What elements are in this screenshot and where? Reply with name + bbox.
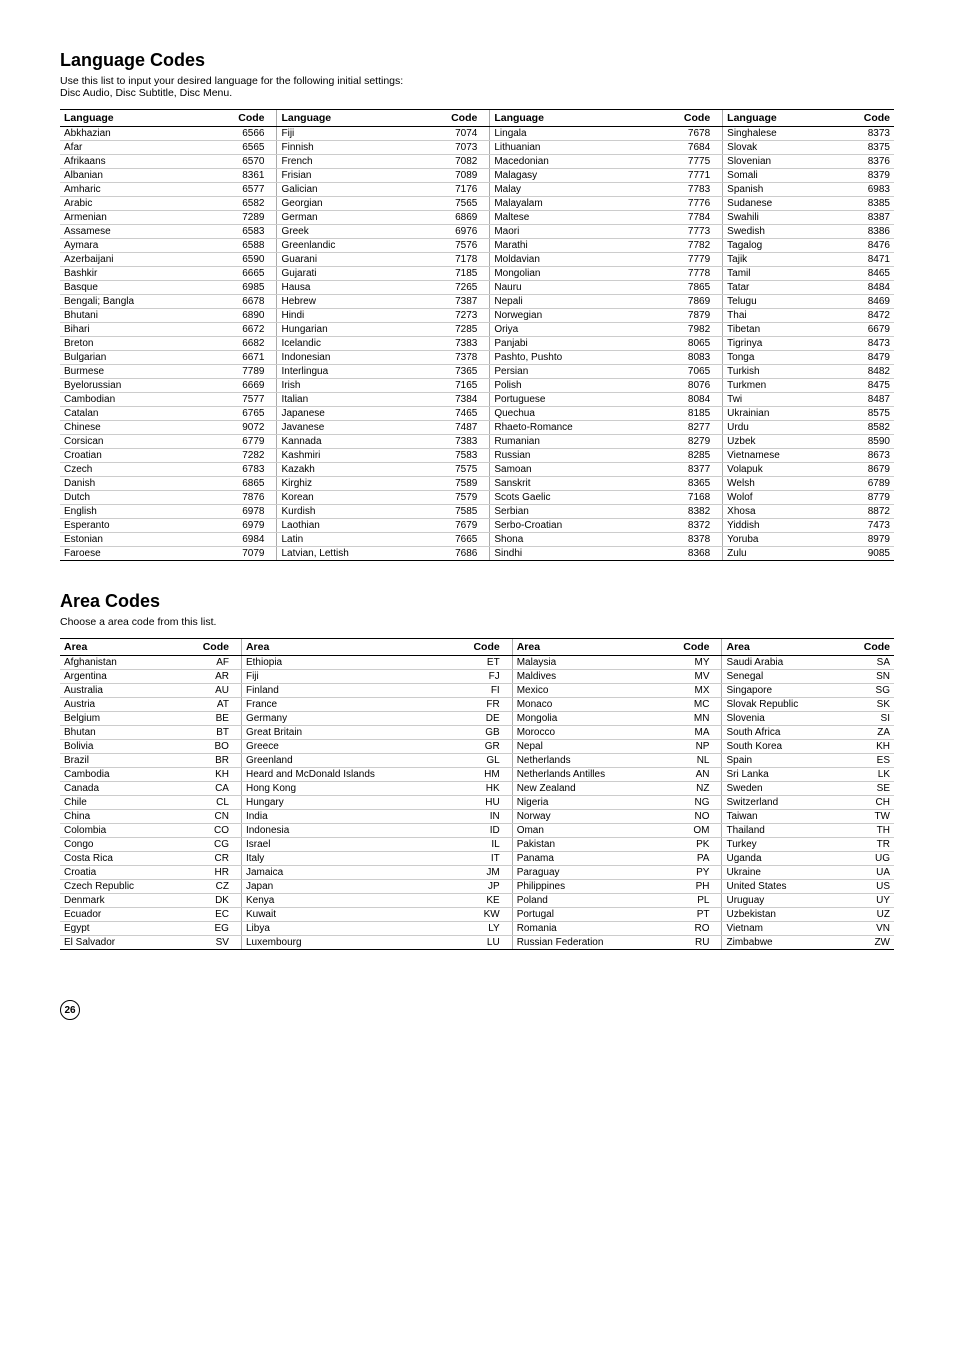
table-row: Afar6565Finnish7073Lithuanian7684Slovak8… (60, 141, 894, 155)
table-row: CroatiaHRJamaicaJMParaguayPYUkraineUA (60, 866, 894, 880)
table-row: Chinese9072Javanese7487Rhaeto-Romance827… (60, 421, 894, 435)
lang-col7-header: Language (723, 110, 833, 127)
table-row: Albanian8361Frisian7089Malagasy7771Somal… (60, 169, 894, 183)
table-row: BelgiumBEGermanyDEMongoliaMNSloveniaSI (60, 712, 894, 726)
table-row: Amharic6577Galician7176Malay7783Spanish6… (60, 183, 894, 197)
area-col8-header: Code (843, 639, 895, 656)
table-row: Czech6783Kazakh7575Samoan8377Volapuk8679 (60, 463, 894, 477)
area-col5-header: Area (512, 639, 658, 656)
area-table: Area Code Area Code Area Code Area Code … (60, 638, 894, 950)
table-row: Bashkir6665Gujarati7185Mongolian7778Tami… (60, 267, 894, 281)
table-row: AustriaATFranceFRMonacoMCSlovak Republic… (60, 698, 894, 712)
area-col7-header: Area (722, 639, 843, 656)
table-row: ChinaCNIndiaINNorwayNOTaiwanTW (60, 810, 894, 824)
table-row: ColombiaCOIndonesiaIDOmanOMThailandTH (60, 824, 894, 838)
table-row: Dutch7876Korean7579Scots Gaelic7168Wolof… (60, 491, 894, 505)
lang-col1-header: Language (60, 110, 200, 127)
table-row: Cambodian7577Italian7384Portuguese8084Tw… (60, 393, 894, 407)
table-row: Abkhazian6566Fiji7074Lingala7678Singhale… (60, 127, 894, 141)
table-row: Bihari6672Hungarian7285Oriya7982Tibetan6… (60, 323, 894, 337)
table-row: Afrikaans6570French7082Macedonian7775Slo… (60, 155, 894, 169)
table-row: Faroese7079Latvian, Lettish7686Sindhi836… (60, 547, 894, 561)
table-row: Croatian7282Kashmiri7583Russian8285Vietn… (60, 449, 894, 463)
lang-col4-header: Code (413, 110, 490, 127)
table-row: Assamese6583Greek6976Maori7773Swedish838… (60, 225, 894, 239)
table-row: Bhutani6890Hindi7273Norwegian7879Thai847… (60, 309, 894, 323)
area-section-desc: Choose a area code from this list. (60, 616, 894, 628)
table-row: Azerbaijani6590Guarani7178Moldavian7779T… (60, 253, 894, 267)
table-row: BrazilBRGreenlandGLNetherlandsNLSpainES (60, 754, 894, 768)
lang-col3-header: Language (277, 110, 413, 127)
table-row: BoliviaBOGreeceGRNepalNPSouth KoreaKH (60, 740, 894, 754)
table-row: Breton6682Icelandic7383Panjabi8065Tigrin… (60, 337, 894, 351)
table-row: Armenian7289German6869Maltese7784Swahili… (60, 211, 894, 225)
language-table: Language Code Language Code Language Cod… (60, 109, 894, 561)
table-row: AfghanistanAFEthiopiaETMalaysiaMYSaudi A… (60, 656, 894, 670)
area-col6-header: Code (658, 639, 722, 656)
table-row: English6978Kurdish7585Serbian8382Xhosa88… (60, 505, 894, 519)
table-row: Basque6985Hausa7265Nauru7865Tatar8484 (60, 281, 894, 295)
area-section-title: Area Codes (60, 591, 894, 612)
table-row: Esperanto6979Laothian7679Serbo-Croatian8… (60, 519, 894, 533)
table-row: Danish6865Kirghiz7589Sanskrit8365Welsh67… (60, 477, 894, 491)
table-row: Bengali; Bangla6678Hebrew7387Nepali7869T… (60, 295, 894, 309)
table-row: Catalan6765Japanese7465Quechua8185Ukrain… (60, 407, 894, 421)
table-row: ChileCLHungaryHUNigeriaNGSwitzerlandCH (60, 796, 894, 810)
table-row: Byelorussian6669Irish7165Polish8076Turkm… (60, 379, 894, 393)
area-col4-header: Code (448, 639, 512, 656)
area-col1-header: Area (60, 639, 177, 656)
page-number: 26 (60, 1000, 80, 1020)
table-row: CambodiaKHHeard and McDonald IslandsHMNe… (60, 768, 894, 782)
table-row: Burmese7789Interlingua7365Persian7065Tur… (60, 365, 894, 379)
table-row: Corsican6779Kannada7383Rumanian8279Uzbek… (60, 435, 894, 449)
table-row: Estonian6984Latin7665Shona8378Yoruba8979 (60, 533, 894, 547)
table-row: Bulgarian6671Indonesian7378Pashto, Pusht… (60, 351, 894, 365)
lang-col8-header: Code (832, 110, 894, 127)
lang-col6-header: Code (646, 110, 723, 127)
language-section-title: Language Codes (60, 50, 894, 71)
table-row: BhutanBTGreat BritainGBMoroccoMASouth Af… (60, 726, 894, 740)
area-col3-header: Area (241, 639, 448, 656)
area-col2-header: Code (177, 639, 241, 656)
table-row: CongoCGIsraelILPakistanPKTurkeyTR (60, 838, 894, 852)
lang-col2-header: Code (200, 110, 277, 127)
table-row: ArgentinaARFijiFJMaldivesMVSenegalSN (60, 670, 894, 684)
lang-col5-header: Language (490, 110, 646, 127)
table-row: Arabic6582Georgian7565Malayalam7776Sudan… (60, 197, 894, 211)
table-row: AustraliaAUFinlandFIMexicoMXSingaporeSG (60, 684, 894, 698)
table-row: EgyptEGLibyaLYRomaniaROVietnamVN (60, 922, 894, 936)
table-row: CanadaCAHong KongHKNew ZealandNZSwedenSE (60, 782, 894, 796)
language-section-desc: Use this list to input your desired lang… (60, 75, 894, 99)
table-row: Czech RepublicCZJapanJPPhilippinesPHUnit… (60, 880, 894, 894)
table-row: Costa RicaCRItalyITPanamaPAUgandaUG (60, 852, 894, 866)
table-row: EcuadorECKuwaitKWPortugalPTUzbekistanUZ (60, 908, 894, 922)
table-row: Aymara6588Greenlandic7576Marathi7782Taga… (60, 239, 894, 253)
table-row: DenmarkDKKenyaKEPolandPLUruguayUY (60, 894, 894, 908)
table-row: El SalvadorSVLuxembourgLURussian Federat… (60, 936, 894, 950)
